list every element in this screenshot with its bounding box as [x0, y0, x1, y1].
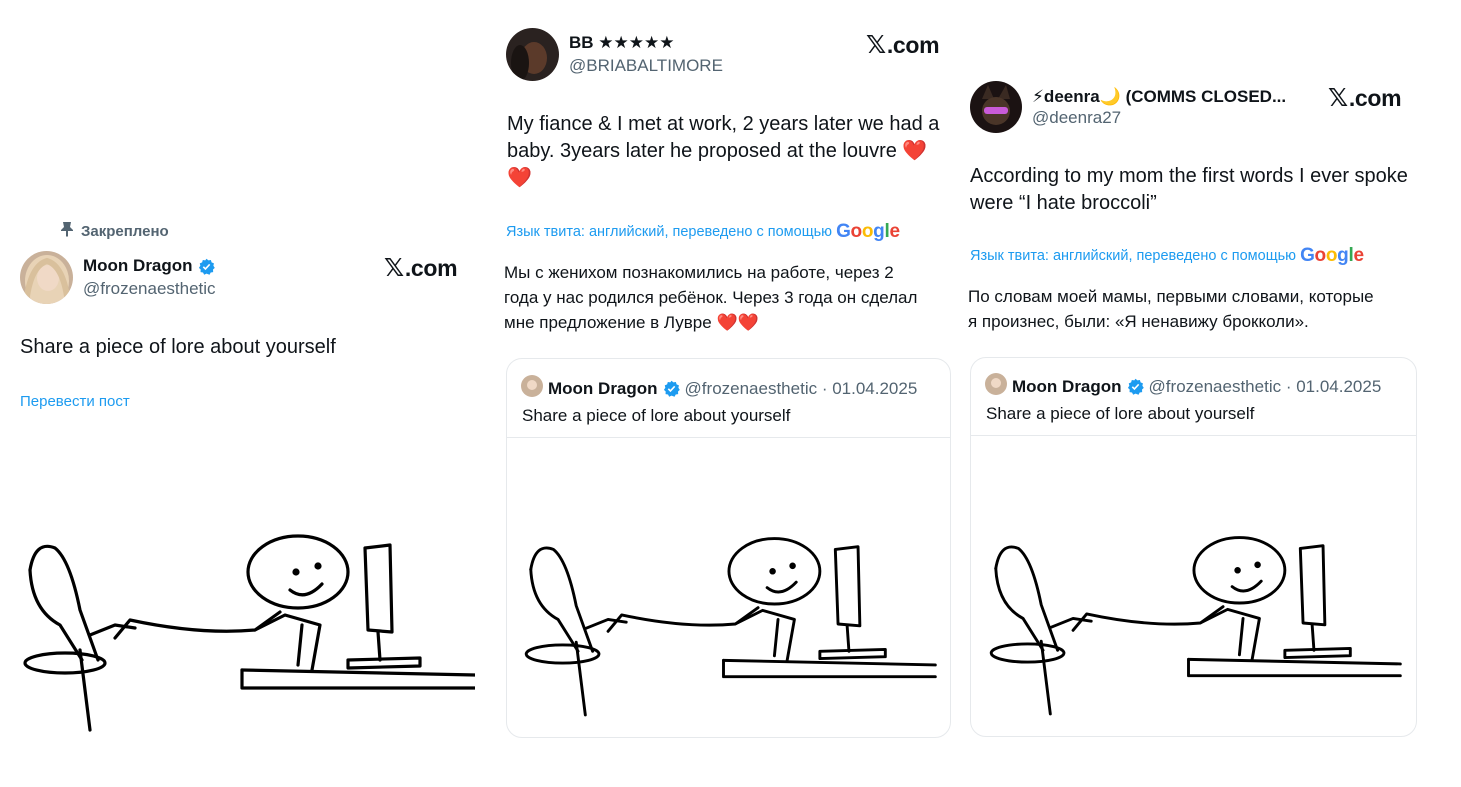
verified-badge-icon: [198, 258, 215, 275]
quoted-tweet-card[interactable]: Moon Dragon @frozenaesthetic · 01.04.202…: [970, 357, 1417, 737]
quoted-tweet-header: Moon Dragon @frozenaesthetic · 01.04.202…: [985, 373, 1381, 400]
translation-note[interactable]: Язык твита: английский, переведено с пом…: [506, 221, 900, 243]
author-name[interactable]: BB ★★★★★: [569, 33, 674, 53]
quoted-meta: @frozenaesthetic · 01.04.2025: [684, 378, 918, 398]
quoted-author-name: Moon Dragon: [548, 378, 658, 398]
quoted-avatar: [985, 373, 1007, 400]
stick-figure-image: [971, 523, 1416, 723]
quoted-avatar: [521, 375, 543, 402]
quoted-text: Share a piece of lore about yourself: [986, 404, 1255, 423]
stick-figure-image[interactable]: [20, 520, 475, 740]
stick-figure-image: [507, 524, 950, 724]
pin-icon: [60, 221, 74, 241]
avatar[interactable]: [506, 28, 559, 81]
pinned-indicator: Закреплено: [60, 221, 169, 241]
author-name[interactable]: ⚡deenra🌙 (COMMS CLOSED...: [1032, 87, 1286, 107]
google-logo: Google: [836, 221, 900, 242]
translation-note[interactable]: Язык твита: английский, переведено с пом…: [970, 245, 1364, 267]
translate-post-link[interactable]: Перевести пост: [20, 393, 130, 410]
author-handle[interactable]: @BRIABALTIMORE: [569, 56, 723, 76]
avatar[interactable]: [20, 251, 73, 304]
quoted-divider: [971, 435, 1416, 436]
avatar[interactable]: [970, 81, 1022, 133]
author-handle[interactable]: @frozenaesthetic: [83, 279, 216, 299]
quoted-text: Share a piece of lore about yourself: [522, 406, 791, 425]
quoted-tweet-header: Moon Dragon @frozenaesthetic · 01.04.202…: [521, 375, 917, 402]
author-name-row[interactable]: BB ★★★★★: [569, 33, 674, 53]
translated-text: По словам моей мамы, первыми словами, ко…: [968, 287, 1374, 331]
author-name-row[interactable]: ⚡deenra🌙 (COMMS CLOSED...: [1032, 87, 1286, 107]
tweet-panel-1: Закреплено Moon Dragon @frozenaesthetic …: [0, 0, 480, 787]
quoted-meta: @frozenaesthetic · 01.04.2025: [1148, 376, 1382, 396]
verified-badge-icon: [663, 380, 680, 397]
x-logo-icon: 𝕏 .com: [1328, 83, 1402, 112]
tweet-text: Share a piece of lore about yourself: [20, 336, 336, 358]
tweet-text: According to my mom the first words I ev…: [970, 165, 1408, 214]
google-logo: Google: [1300, 245, 1364, 266]
quoted-divider: [507, 437, 950, 438]
pinned-label: Закреплено: [81, 222, 169, 240]
quoted-author-name: Moon Dragon: [1012, 376, 1122, 396]
verified-badge-icon: [1127, 378, 1144, 395]
translated-text: Мы с женихом познакомились на работе, че…: [504, 263, 918, 332]
x-logo-icon: 𝕏 .com: [384, 253, 458, 282]
author-handle[interactable]: @deenra27: [1032, 108, 1121, 128]
author-name[interactable]: Moon Dragon: [83, 256, 193, 276]
tweet-panel-2: BB ★★★★★ @BRIABALTIMORE 𝕏 .com My fiance …: [480, 0, 951, 787]
author-name-row[interactable]: Moon Dragon: [83, 256, 215, 276]
tweet-panel-3: ⚡deenra🌙 (COMMS CLOSED... @deenra27 𝕏 .co…: [950, 0, 1430, 787]
x-logo-icon: 𝕏 .com: [866, 30, 940, 59]
quoted-tweet-card[interactable]: Moon Dragon @frozenaesthetic · 01.04.202…: [506, 358, 951, 738]
tweet-text: My fiance & I met at work, 2 years later…: [507, 113, 940, 189]
